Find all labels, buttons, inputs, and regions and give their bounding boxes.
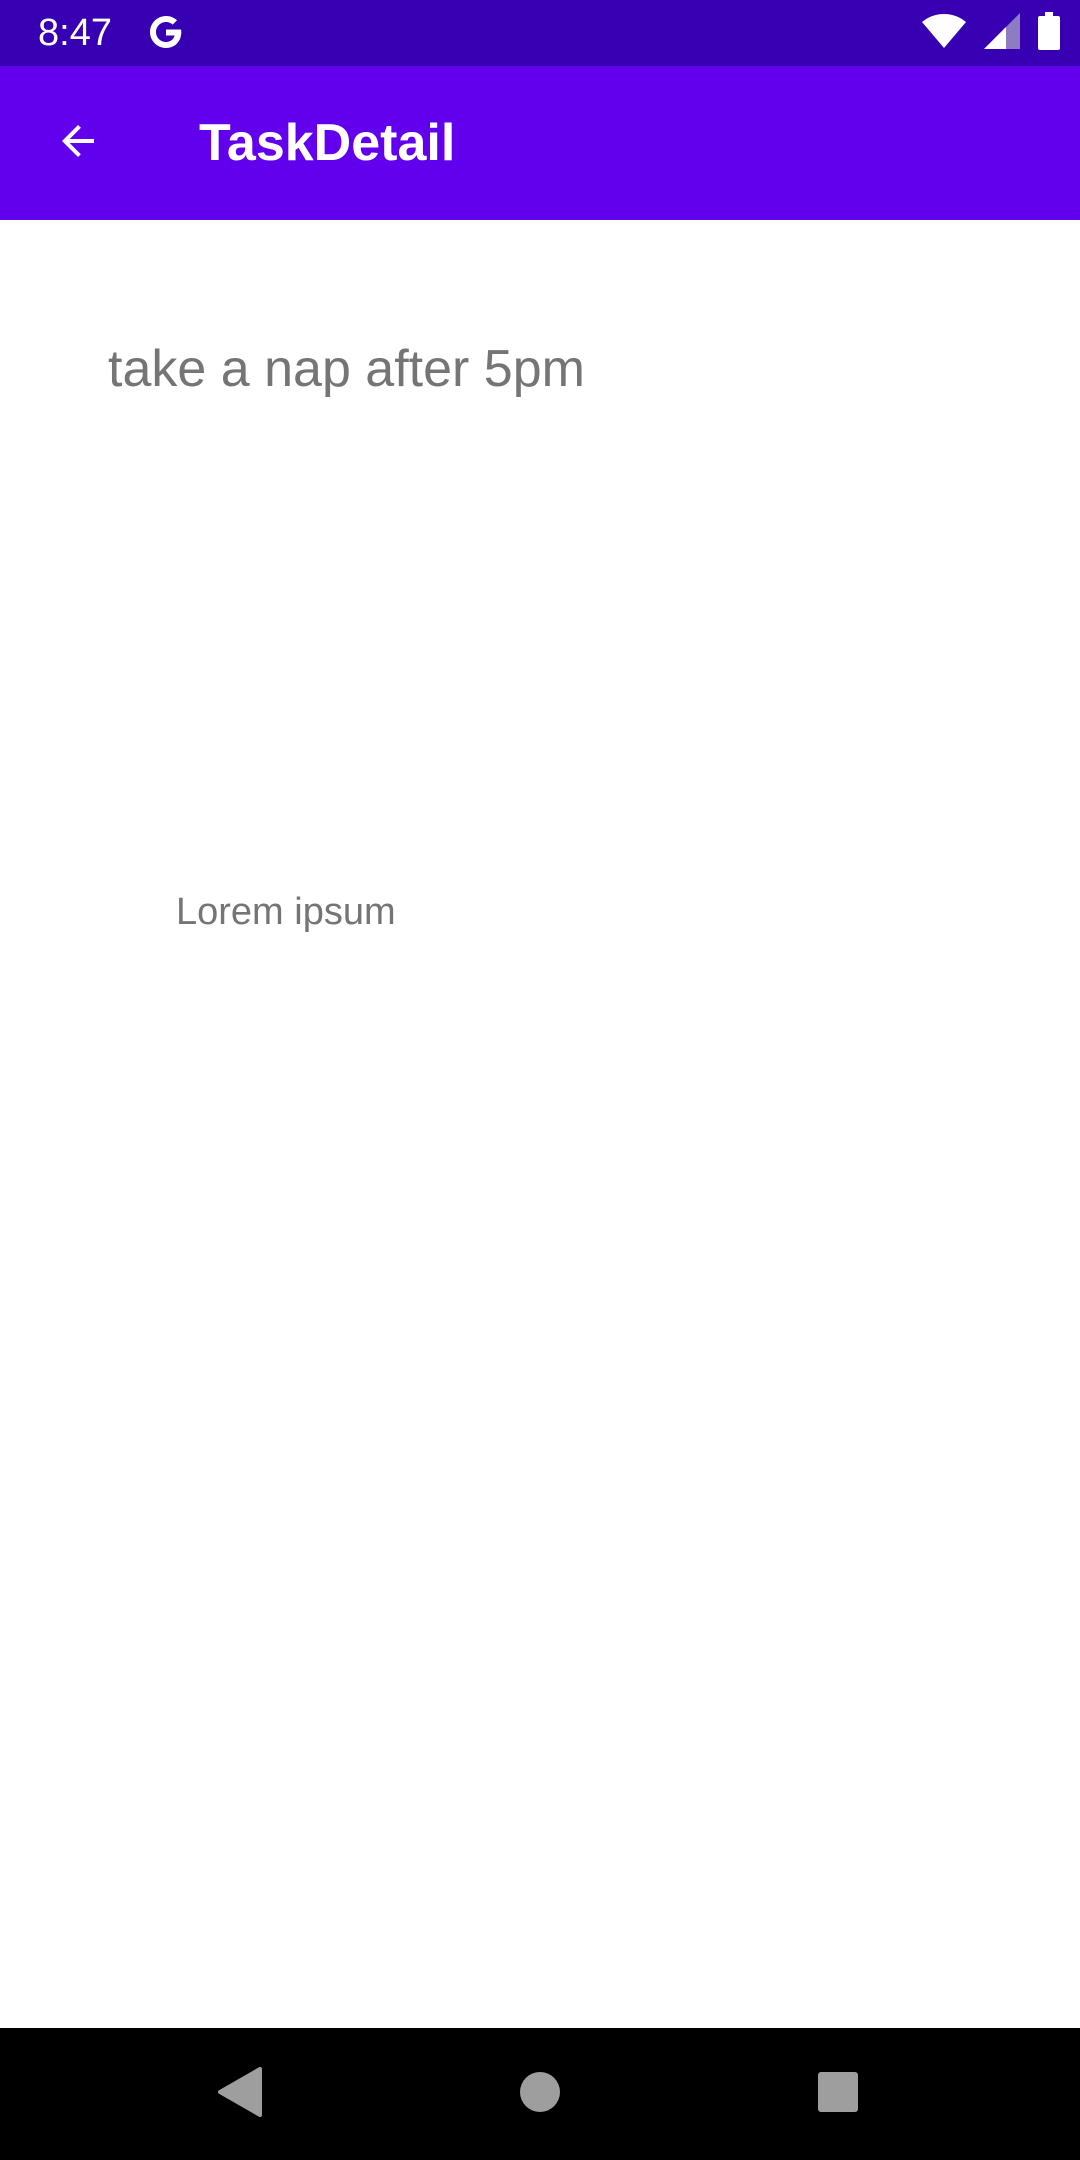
nav-back-button[interactable] (204, 2058, 276, 2130)
home-circle-icon (519, 2071, 561, 2118)
task-description: Lorem ipsum (176, 891, 396, 933)
nav-recents-button[interactable] (802, 2058, 874, 2130)
back-button[interactable] (36, 110, 120, 176)
recents-square-icon (817, 2071, 859, 2118)
nav-home-button[interactable] (504, 2058, 576, 2130)
status-icons (922, 11, 1060, 55)
wifi-icon (922, 13, 966, 53)
app-bar: TaskDetail (0, 66, 1080, 220)
battery-icon (1038, 11, 1060, 55)
back-triangle-icon (218, 2066, 262, 2122)
status-bar: 8:47 (0, 0, 1080, 66)
arrow-back-icon (54, 117, 102, 170)
google-g-icon (146, 12, 186, 52)
screen: 8:47 TaskDetail take a nap after 5pm Lor… (0, 0, 1080, 2160)
status-time: 8:47 (38, 12, 112, 54)
system-nav-bar (0, 2028, 1080, 2160)
task-title: take a nap after 5pm (108, 340, 585, 398)
page-title: TaskDetail (199, 114, 456, 172)
cellular-signal-icon (984, 12, 1020, 54)
